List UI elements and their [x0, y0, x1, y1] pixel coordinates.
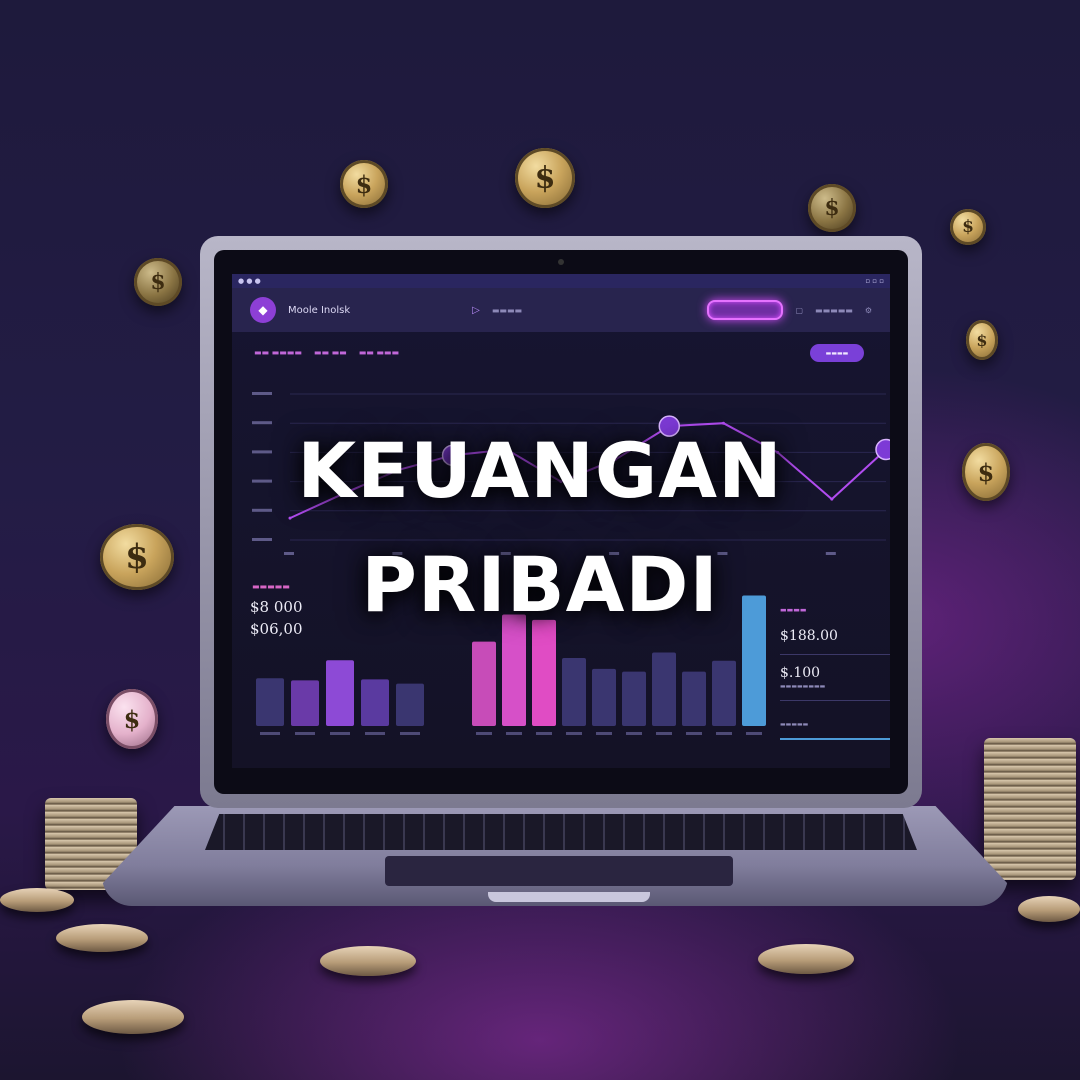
header-controls: ▢ ▬▬▬▬▬ ⚙	[795, 306, 872, 315]
bar-label	[400, 732, 420, 735]
header-link[interactable]: ▬▬▬▬▬	[815, 306, 853, 315]
bar	[291, 680, 319, 726]
laptop-keyboard	[205, 814, 917, 850]
window-topbar: ● ● ● ▫ ▫ ▫	[232, 274, 890, 288]
bar	[396, 683, 424, 726]
play-icon[interactable]: ▷	[472, 305, 480, 316]
bar	[256, 678, 284, 726]
bar-label	[330, 732, 350, 735]
y-tick-label	[252, 392, 272, 395]
laptop-base-front	[488, 892, 650, 902]
bar	[652, 652, 676, 726]
topbar-controls: ▫ ▫ ▫	[865, 277, 884, 285]
bar-label	[626, 732, 642, 735]
coin-icon	[56, 924, 148, 952]
bar	[622, 671, 646, 726]
bar-label	[566, 732, 582, 735]
bar-label	[656, 732, 672, 735]
coin-icon	[0, 888, 74, 912]
bar-label	[365, 732, 385, 735]
bar	[472, 641, 496, 726]
bar-label	[260, 732, 280, 735]
topbar-dots: ● ● ●	[238, 277, 261, 285]
brand-name: Moole Inolsk	[288, 304, 351, 316]
settings-icon[interactable]: ⚙	[865, 306, 872, 315]
bar	[712, 660, 736, 726]
coin-icon: $	[134, 258, 182, 306]
coin-icon: $	[950, 209, 986, 245]
nav-link[interactable]: ▬▬▬▬	[492, 306, 522, 315]
progress-line	[780, 738, 890, 740]
dashboard-header: ◆ Moole Inolsk ▷ ▬▬▬▬ ▢ ▬▬▬▬▬ ⚙	[232, 288, 890, 332]
headline-line-2: PRIBADI	[361, 540, 719, 629]
bar-label	[746, 732, 762, 735]
coin-icon	[1018, 896, 1080, 922]
primary-button[interactable]	[707, 300, 784, 320]
summary-caption: ▬▬▬▬▬▬▬▬	[780, 683, 826, 690]
camera-icon	[558, 259, 564, 265]
coin-icon: $	[106, 689, 158, 749]
summary-footer: ▬▬▬▬▬	[780, 721, 809, 728]
headline-line-1: KEUANGAN	[297, 426, 783, 515]
headline: KEUANGAN PRIBADI	[0, 414, 1080, 642]
coin-icon	[320, 946, 416, 976]
sub-navigation: ▬▬ ▬▬▬▬ ▬▬ ▬▬ ▬▬ ▬▬▬	[254, 348, 399, 357]
shield-icon[interactable]: ◆	[250, 297, 276, 323]
bar	[361, 679, 389, 726]
coin-icon	[82, 1000, 184, 1034]
subnav-item[interactable]: ▬▬ ▬▬▬	[359, 348, 399, 357]
bar	[682, 671, 706, 726]
bar	[592, 668, 616, 726]
bar-label	[596, 732, 612, 735]
bar-label	[536, 732, 552, 735]
summary-value: $.100	[780, 665, 821, 681]
coin-icon: $	[515, 148, 575, 208]
bar-label	[716, 732, 732, 735]
coin-icon: $	[808, 184, 856, 232]
coin-icon: $	[966, 320, 998, 360]
bar-label	[506, 732, 522, 735]
bar-label	[295, 732, 315, 735]
bar	[562, 658, 586, 726]
filter-pill-button[interactable]: ▬▬▬▬	[810, 344, 864, 362]
coin-icon: $	[340, 160, 388, 208]
bar	[326, 660, 354, 726]
laptop-trackpad	[385, 856, 733, 886]
subnav-item[interactable]: ▬▬ ▬▬▬▬	[254, 348, 302, 357]
subnav-item[interactable]: ▬▬ ▬▬	[314, 348, 347, 357]
chat-icon[interactable]: ▢	[795, 306, 803, 315]
bar-label	[476, 732, 492, 735]
divider	[780, 654, 890, 655]
coin-icon	[758, 944, 854, 974]
bar-label	[686, 732, 702, 735]
divider	[780, 700, 890, 701]
coin-stack-right	[984, 738, 1076, 880]
